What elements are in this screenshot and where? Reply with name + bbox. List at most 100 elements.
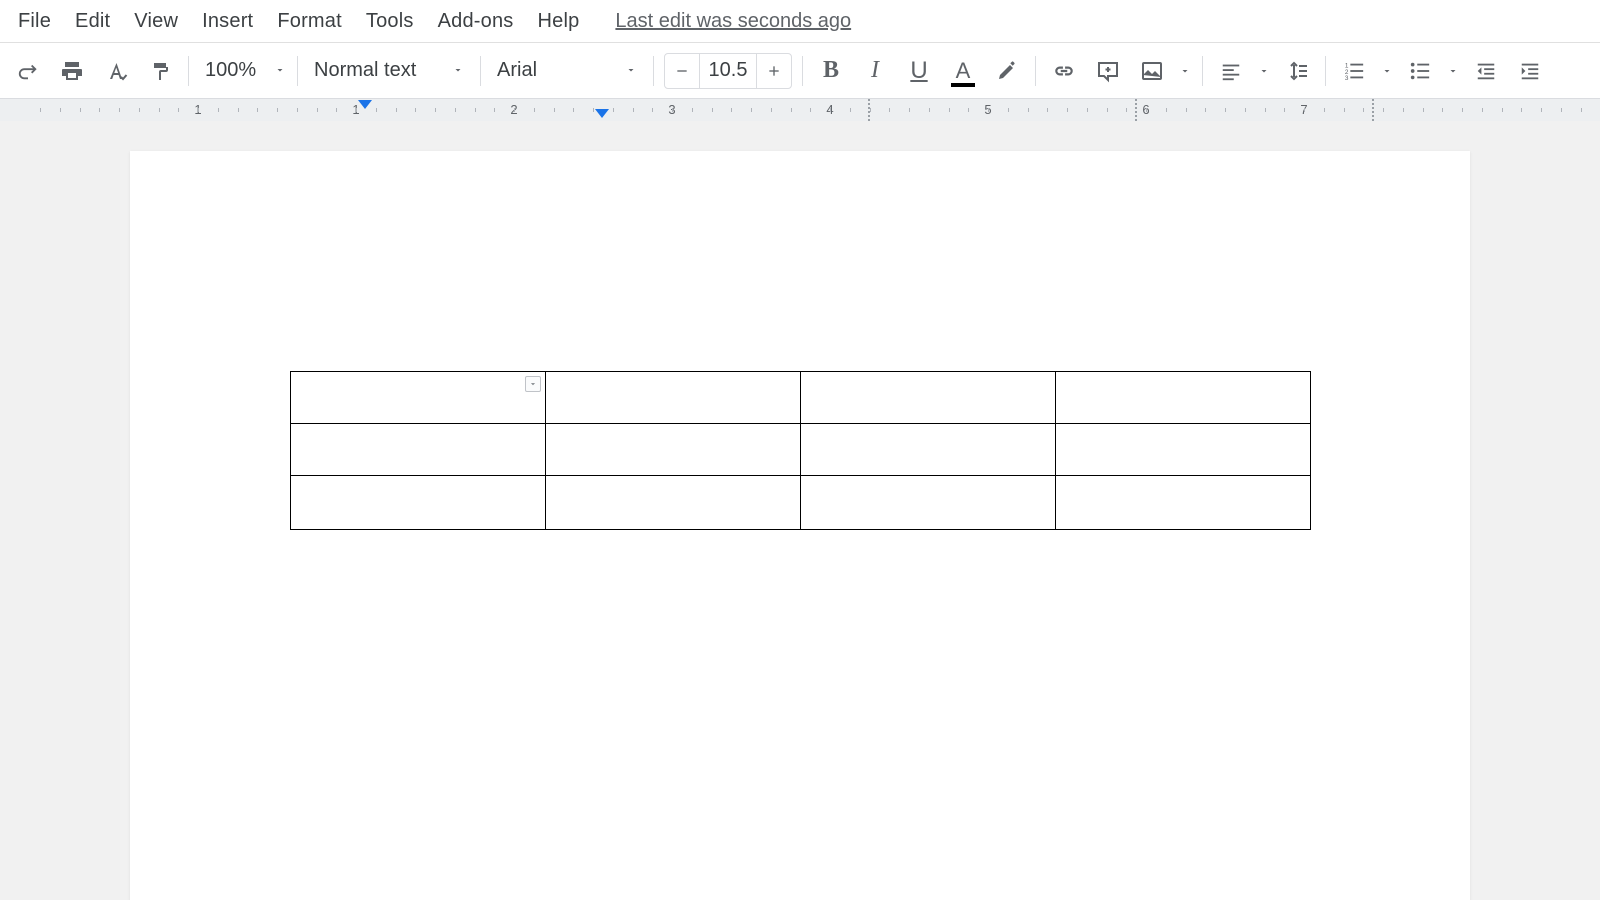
table-row[interactable] xyxy=(291,372,1311,424)
insert-link-button[interactable] xyxy=(1046,53,1082,89)
plus-icon xyxy=(766,63,782,79)
separator xyxy=(802,56,803,86)
line-spacing-button[interactable] xyxy=(1279,53,1315,89)
table-cell[interactable] xyxy=(1056,372,1311,424)
menu-view[interactable]: View xyxy=(122,6,190,37)
table-cell[interactable] xyxy=(546,372,801,424)
font-size-input[interactable] xyxy=(700,53,756,89)
zoom-select[interactable]: 100% xyxy=(195,53,291,89)
comment-plus-icon xyxy=(1096,59,1120,83)
image-icon xyxy=(1140,59,1164,83)
insert-image-button[interactable] xyxy=(1134,53,1170,89)
paint-format-button[interactable] xyxy=(142,53,178,89)
insert-image-group xyxy=(1130,53,1196,89)
table-cell[interactable] xyxy=(291,424,546,476)
bulleted-list-icon xyxy=(1409,60,1431,82)
separator xyxy=(297,56,298,86)
menu-edit[interactable]: Edit xyxy=(63,6,122,37)
bulleted-list-group xyxy=(1398,53,1464,89)
underline-button[interactable]: U xyxy=(901,53,937,89)
font-size-increase-button[interactable] xyxy=(756,53,792,89)
highlight-color-button[interactable] xyxy=(989,53,1025,89)
redo-icon xyxy=(17,60,39,82)
indent-decrease-icon xyxy=(1475,60,1497,82)
increase-indent-button[interactable] xyxy=(1512,53,1548,89)
menu-bar: File Edit View Insert Format Tools Add-o… xyxy=(0,0,1600,43)
chevron-down-icon xyxy=(625,59,637,82)
highlighter-icon xyxy=(995,59,1019,83)
separator xyxy=(653,56,654,86)
table-cell[interactable] xyxy=(546,424,801,476)
spellcheck-button[interactable] xyxy=(98,53,134,89)
text-color-button[interactable]: A xyxy=(945,53,981,89)
chevron-down-icon xyxy=(528,379,538,389)
table-row[interactable] xyxy=(291,424,1311,476)
menu-format[interactable]: Format xyxy=(265,6,354,37)
style-value: Normal text xyxy=(314,59,416,82)
table-cell[interactable] xyxy=(291,476,546,530)
toolbar: 100% Normal text Arial B I U xyxy=(0,43,1600,99)
font-size-group xyxy=(664,53,792,89)
separator xyxy=(1035,56,1036,86)
paragraph-style-select[interactable]: Normal text xyxy=(304,53,474,89)
document-table[interactable] xyxy=(290,371,1311,530)
horizontal-ruler[interactable]: 11234567 xyxy=(0,99,1600,121)
chevron-down-icon xyxy=(274,59,286,82)
menu-help[interactable]: Help xyxy=(525,6,591,37)
left-indent-marker[interactable] xyxy=(358,100,372,109)
menu-tools[interactable]: Tools xyxy=(354,6,426,37)
numbered-list-menu-button[interactable] xyxy=(1376,53,1398,89)
document-page[interactable] xyxy=(130,151,1470,900)
align-button[interactable] xyxy=(1213,53,1249,89)
separator xyxy=(1325,56,1326,86)
menu-insert[interactable]: Insert xyxy=(190,6,265,37)
redo-button[interactable] xyxy=(10,53,46,89)
insert-image-menu-button[interactable] xyxy=(1174,53,1196,89)
separator xyxy=(188,56,189,86)
document-canvas[interactable] xyxy=(0,121,1600,900)
chevron-down-icon xyxy=(1258,65,1270,77)
table-cell[interactable] xyxy=(801,476,1056,530)
column-guide[interactable] xyxy=(1135,99,1137,121)
align-menu-button[interactable] xyxy=(1253,53,1275,89)
column-guide[interactable] xyxy=(1372,99,1374,121)
italic-button[interactable]: I xyxy=(857,53,893,89)
link-icon xyxy=(1051,58,1077,84)
minus-icon xyxy=(674,63,690,79)
bulleted-list-button[interactable] xyxy=(1402,53,1438,89)
table-cell[interactable] xyxy=(291,372,546,424)
chevron-down-icon xyxy=(1447,65,1459,77)
align-left-icon xyxy=(1220,60,1242,82)
bulleted-list-menu-button[interactable] xyxy=(1442,53,1464,89)
spellcheck-icon xyxy=(104,59,128,83)
print-button[interactable] xyxy=(54,53,90,89)
font-family-select[interactable]: Arial xyxy=(487,53,647,89)
table-row[interactable] xyxy=(291,476,1311,530)
font-size-decrease-button[interactable] xyxy=(664,53,700,89)
text-color-swatch xyxy=(951,83,975,87)
add-comment-button[interactable] xyxy=(1090,53,1126,89)
numbered-list-button[interactable]: 123 xyxy=(1336,53,1372,89)
font-value: Arial xyxy=(497,59,537,82)
svg-text:3: 3 xyxy=(1345,75,1349,82)
bold-icon: B xyxy=(823,57,839,84)
menu-addons[interactable]: Add-ons xyxy=(426,6,526,37)
paint-roller-icon xyxy=(148,59,172,83)
cell-options-button[interactable] xyxy=(525,376,541,392)
table-cell[interactable] xyxy=(1056,424,1311,476)
last-edit-link[interactable]: Last edit was seconds ago xyxy=(615,10,851,33)
table-cell[interactable] xyxy=(1056,476,1311,530)
table-cell[interactable] xyxy=(801,372,1056,424)
bold-button[interactable]: B xyxy=(813,53,849,89)
italic-icon: I xyxy=(871,57,879,84)
first-line-indent-marker[interactable] xyxy=(595,109,609,118)
underline-icon: U xyxy=(910,57,927,85)
chevron-down-icon xyxy=(1381,65,1393,77)
separator xyxy=(480,56,481,86)
table-cell[interactable] xyxy=(546,476,801,530)
column-guide[interactable] xyxy=(868,99,870,121)
decrease-indent-button[interactable] xyxy=(1468,53,1504,89)
align-group xyxy=(1209,53,1275,89)
table-cell[interactable] xyxy=(801,424,1056,476)
menu-file[interactable]: File xyxy=(6,6,63,37)
